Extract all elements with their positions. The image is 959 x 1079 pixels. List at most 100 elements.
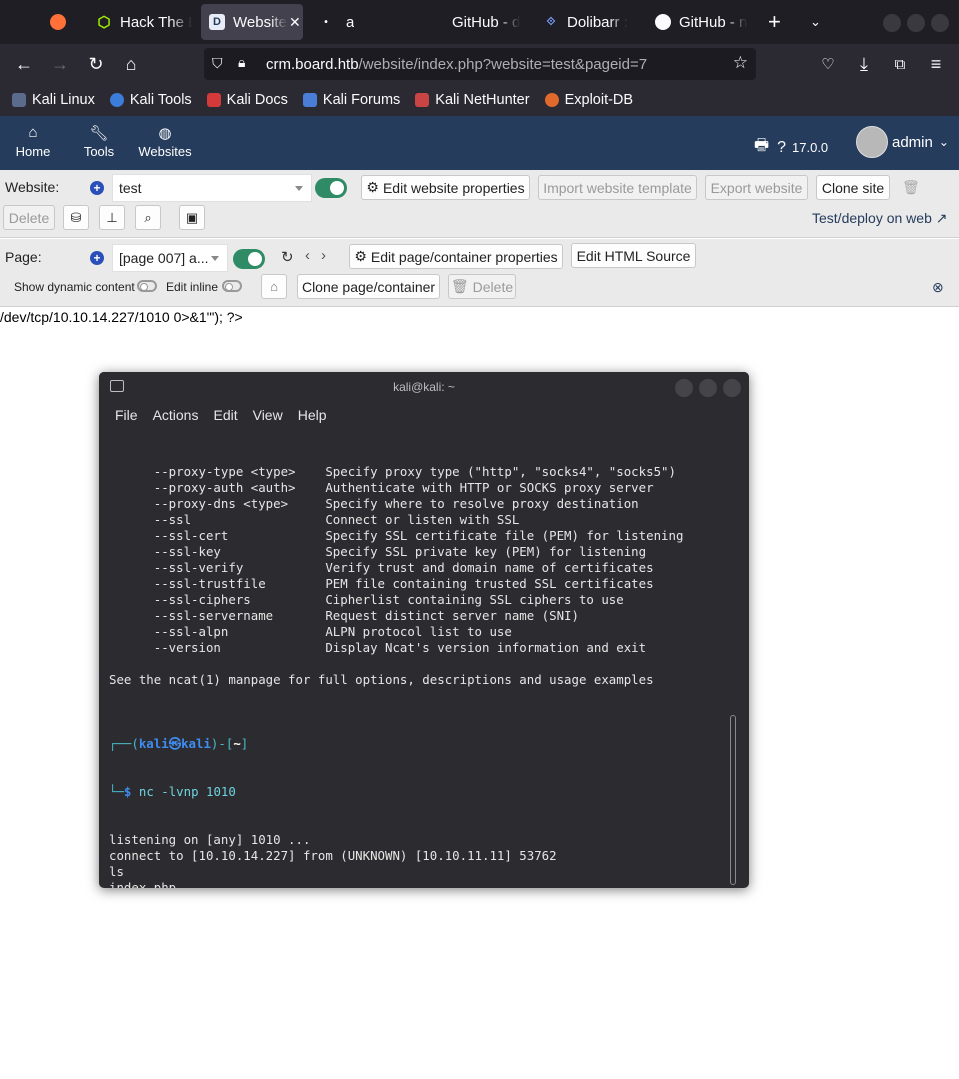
test-deploy-link[interactable]: Test/deploy on web ↗	[812, 210, 947, 227]
next-page-icon[interactable]: ›	[321, 247, 326, 264]
user-menu[interactable]: admin ⌄	[856, 126, 949, 158]
sitemap-icon[interactable]: ⊥	[99, 205, 125, 230]
search-icon[interactable]: ⌕	[135, 205, 161, 230]
minimize-button[interactable]	[883, 14, 901, 32]
extensions-icon[interactable]: ⧉	[888, 52, 912, 76]
edit-inline-toggle[interactable]	[222, 280, 242, 292]
show-dynamic-toggle[interactable]	[137, 280, 157, 292]
terminal-scrollbar[interactable]	[730, 715, 736, 885]
tab-list-chevron-icon[interactable]: ⌄	[810, 4, 826, 40]
menu-file[interactable]: File	[115, 407, 138, 423]
tab-dolibarr[interactable]: ⟐ Dolibarr :	[543, 4, 638, 40]
printer-icon[interactable]: 🖶︎	[754, 134, 769, 161]
tab-a[interactable]: • a	[318, 4, 378, 40]
bookmark-kali-docs[interactable]: Kali Docs	[206, 92, 288, 108]
help-line	[109, 656, 729, 672]
edit-page-properties-button[interactable]: ⚙ Edit page/container properties	[349, 244, 563, 269]
tab-website-active[interactable]: D Website ✕	[201, 4, 303, 40]
header-tools: 🖶︎ ? 17.0.0	[754, 134, 828, 161]
new-tab-button[interactable]: +	[768, 4, 788, 40]
binoculars-icon[interactable]: ⊗	[932, 279, 944, 296]
tab-github-1[interactable]: GitHub - d	[430, 4, 528, 40]
help-line: --ssl-trustfile PEM file containing trus…	[109, 576, 654, 591]
shield-icon[interactable]: ⛉	[212, 55, 223, 72]
help-line: --proxy-auth <auth> Authenticate with HT…	[109, 480, 654, 495]
website-status-toggle[interactable]	[315, 178, 347, 198]
help-icon[interactable]: ?	[777, 139, 786, 157]
firefox-icon	[50, 14, 66, 30]
menu-help[interactable]: Help	[298, 407, 327, 423]
firefox-view-tab[interactable]	[50, 4, 74, 40]
website-select[interactable]: test	[112, 174, 312, 202]
page-toolbar: Page: + [page 007] a... ↻ ‹ › ⚙ Edit page…	[0, 239, 959, 307]
bookmark-star-icon[interactable]: ☆	[733, 53, 748, 73]
output-line: index.php	[109, 880, 177, 888]
close-window-button[interactable]	[931, 14, 949, 32]
bookmark-kali-nethunter[interactable]: Kali NetHunter	[415, 92, 530, 108]
delete-website-button[interactable]: Delete	[3, 205, 55, 230]
home-icon[interactable]: ⌂	[119, 52, 143, 76]
image-icon[interactable]: ▣	[179, 205, 205, 230]
bookmark-label: Kali Forums	[322, 92, 401, 108]
output-line: ls	[109, 864, 124, 879]
website-toolbar: Website: + test ⚙ Edit website properties…	[0, 170, 959, 238]
tab-github-2[interactable]: GitHub - n	[655, 4, 750, 40]
edit-website-properties-button[interactable]: ⚙ Edit website properties	[361, 175, 530, 200]
bookmark-label: Exploit-DB	[564, 92, 634, 108]
page-select[interactable]: [page 007] a...	[112, 244, 228, 272]
lock-insecure-icon[interactable]: 🔒︎	[238, 54, 245, 71]
wrench-icon: 🔧︎	[89, 125, 109, 142]
url-bar[interactable]: ⛉ 🔒︎ crm.board.htb/website/index.php?web…	[204, 48, 756, 80]
menu-websites[interactable]: ◍ Websites	[136, 124, 194, 161]
menu-actions[interactable]: Actions	[153, 407, 199, 423]
button-label: Edit HTML Source	[576, 247, 691, 264]
maximize-button[interactable]	[907, 14, 925, 32]
version-label: 17.0.0	[792, 140, 829, 155]
forward-arrow-icon[interactable]: →	[48, 52, 72, 76]
page-status-toggle[interactable]	[233, 249, 265, 269]
cache-icon[interactable]: ⛁	[63, 205, 89, 230]
delete-page-button[interactable]: 🗑︎ Delete	[448, 274, 516, 299]
menu-home[interactable]: ⌂ Home	[14, 124, 52, 159]
trash-icon[interactable]: 🗑︎	[902, 179, 920, 196]
clone-site-button[interactable]: Clone site	[816, 175, 890, 200]
add-page-icon[interactable]: +	[90, 251, 104, 265]
reload-icon[interactable]: ↻	[84, 52, 108, 76]
bookmark-exploit-db[interactable]: Exploit-DB	[544, 92, 634, 108]
button-label: Edit website properties	[382, 179, 525, 196]
nethunter-icon	[415, 93, 430, 107]
bookmark-kali-tools[interactable]: Kali Tools	[109, 92, 192, 108]
hamburger-menu-icon[interactable]: ≡	[924, 52, 948, 76]
button-label: Clone page/container	[301, 278, 436, 295]
show-dynamic-label: Show dynamic content	[14, 280, 135, 294]
edit-html-source-button[interactable]: Edit HTML Source	[571, 243, 696, 268]
downloads-icon[interactable]: ⤓	[852, 52, 876, 76]
refresh-icon[interactable]: ↻	[281, 248, 294, 266]
menu-edit[interactable]: Edit	[213, 407, 237, 423]
bookmark-kali-forums[interactable]: Kali Forums	[302, 92, 401, 108]
terminal-output[interactable]: --proxy-type <type> Specify proxy type (…	[109, 432, 729, 888]
clone-page-button[interactable]: Clone page/container	[297, 274, 440, 299]
previous-page-icon[interactable]: ‹	[305, 247, 310, 264]
terminal-title-bar[interactable]: kali@kali: ~	[99, 372, 749, 402]
menu-view[interactable]: View	[253, 407, 283, 423]
terminal-minimize-button[interactable]	[675, 379, 693, 397]
terminal-window[interactable]: kali@kali: ~ File Actions Edit View Help…	[99, 372, 749, 888]
tab-label: Hack The B	[120, 13, 192, 31]
command-output: listening on [any] 1010 ... connect to [1…	[109, 832, 729, 888]
menu-tools[interactable]: 🔧︎ Tools	[80, 124, 118, 159]
export-website-button[interactable]: Export website	[705, 175, 808, 200]
close-tab-icon[interactable]: ✕	[289, 14, 301, 31]
terminal-maximize-button[interactable]	[699, 379, 717, 397]
home-page-icon[interactable]: ⌂	[261, 274, 287, 299]
bookmarks-bar: Kali Linux Kali Tools Kali Docs Kali For…	[0, 84, 959, 116]
dolibarr-tab-icon: ⟐	[546, 15, 556, 28]
pocket-icon[interactable]: ♡	[816, 52, 840, 76]
back-arrow-icon[interactable]: ←	[12, 52, 36, 76]
import-website-template-button[interactable]: Import website template	[538, 175, 697, 200]
tab-hackthebox[interactable]: ⬡ Hack The B	[96, 4, 192, 40]
add-website-icon[interactable]: +	[90, 181, 104, 195]
bookmark-kali-linux[interactable]: Kali Linux	[12, 92, 95, 108]
terminal-close-button[interactable]	[723, 379, 741, 397]
chevron-down-icon: ⌄	[938, 135, 949, 149]
